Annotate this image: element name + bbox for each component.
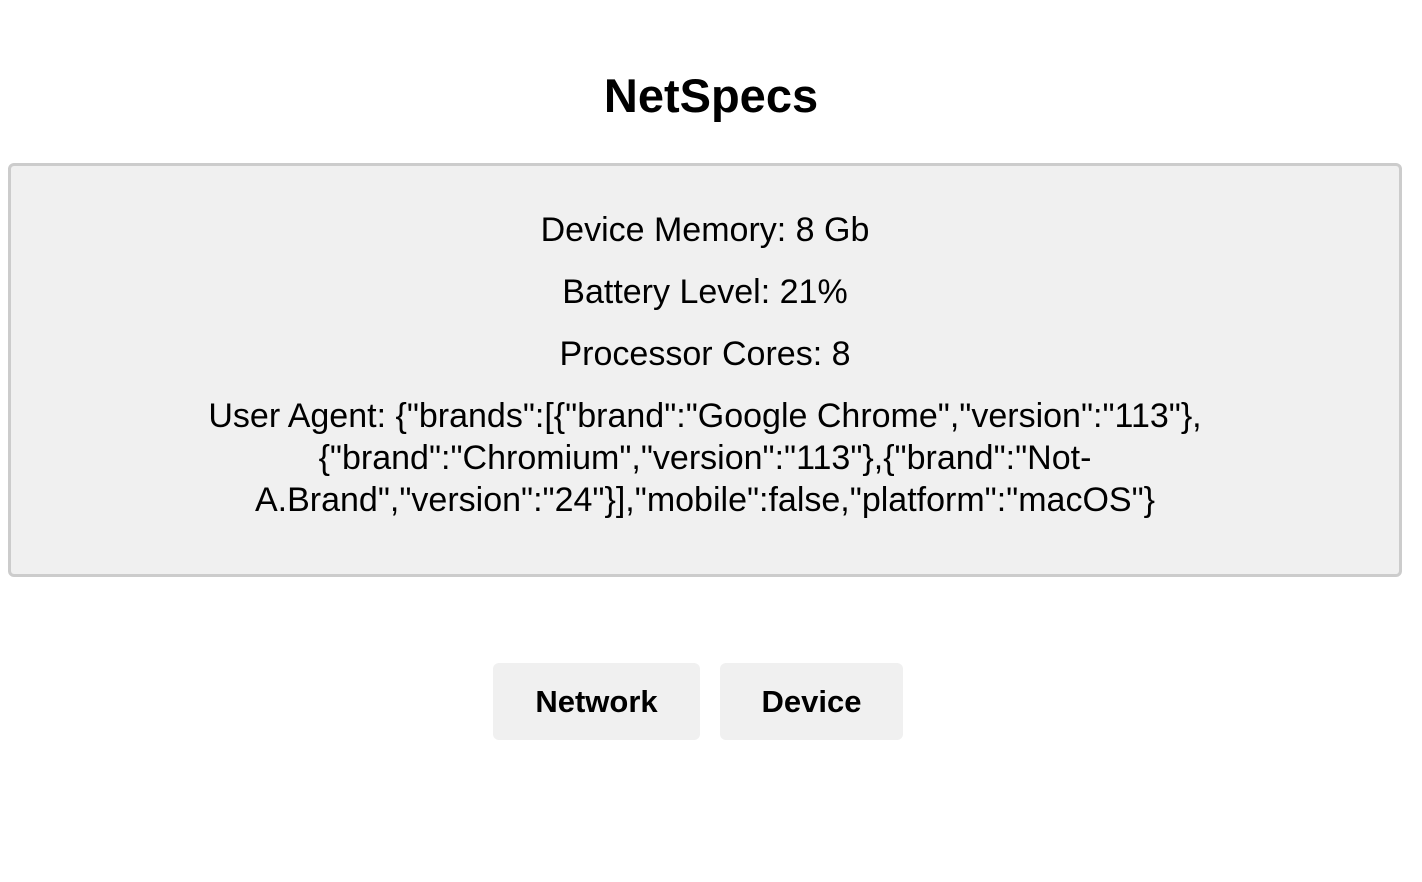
user-agent-line: User Agent: {"brands":[{"brand":"Google … [208,397,1202,435]
battery-level-text: Battery Level: 21% [562,273,848,311]
device-memory-text: Device Memory: 8 Gb [540,211,870,249]
device-info-panel: Device Memory: 8 Gb Battery Level: 21% P… [8,163,1402,577]
network-button[interactable]: Network [493,663,700,740]
page: NetSpecs Device Memory: 8 Gb Battery Lev… [0,0,1422,882]
nav-button-group: Network Device [0,663,1422,740]
page-title: NetSpecs [603,69,819,122]
user-agent-line: {"brand":"Chromium","version":"113"},{"b… [318,439,1092,477]
user-agent-line: A.Brand","version":"24"}],"mobile":false… [254,481,1156,519]
user-agent-text: User Agent: {"brands":[{"brand":"Google … [11,395,1399,521]
device-button[interactable]: Device [720,663,903,740]
processor-cores-text: Processor Cores: 8 [559,335,851,373]
